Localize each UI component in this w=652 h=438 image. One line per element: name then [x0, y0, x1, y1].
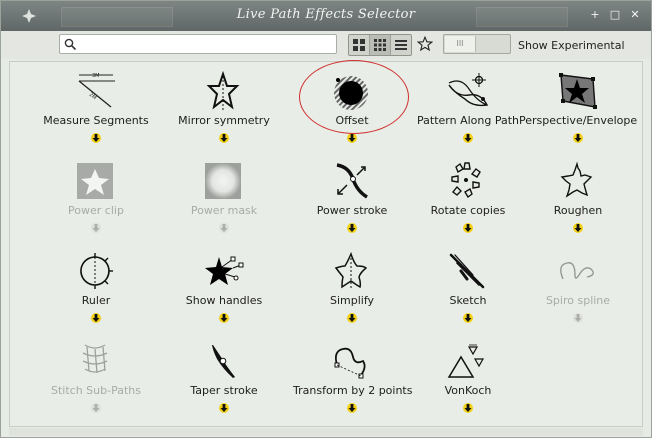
- lpe-selector-window: Live Path Effects Selector + □ ✕ III Sho…: [0, 0, 652, 438]
- small-grid-view-button[interactable]: [370, 35, 391, 55]
- add-arrow-icon[interactable]: [218, 132, 230, 144]
- add-arrow-icon[interactable]: [218, 222, 230, 234]
- show-experimental-toggle[interactable]: III: [443, 34, 511, 54]
- add-arrow-icon[interactable]: [218, 402, 230, 414]
- effect-label: Sketch: [449, 294, 487, 307]
- effect-transform-by-2-points[interactable]: Transform by 2 points: [293, 337, 413, 423]
- add-arrow-icon[interactable]: [346, 222, 358, 234]
- transform-by-2-points-icon: [334, 347, 366, 379]
- effect-label: Ruler: [81, 294, 111, 307]
- perspective-envelope-icon: [559, 73, 597, 109]
- effect-label: Pattern Along Path: [417, 114, 519, 127]
- effect-label: Power stroke: [316, 204, 388, 217]
- list-icon: [395, 40, 407, 50]
- vonkoch-icon: [447, 344, 485, 378]
- effect-vonkoch[interactable]: VonKoch: [409, 337, 527, 423]
- effect-ruler[interactable]: Ruler: [37, 247, 155, 333]
- restore-button[interactable]: □: [609, 8, 621, 21]
- effect-label: VonKoch: [444, 384, 492, 397]
- add-arrow-icon[interactable]: [462, 132, 474, 144]
- toggle-knob: III: [445, 36, 476, 52]
- roughen-icon: [560, 161, 593, 198]
- effect-mirror-symmetry[interactable]: Mirror symmetry: [165, 67, 283, 153]
- stitch-sub-paths-icon: [82, 344, 108, 374]
- svg-text:3M: 3M: [92, 73, 100, 79]
- add-arrow-icon[interactable]: [218, 312, 230, 324]
- power-stroke-icon: [336, 163, 368, 199]
- add-arrow-icon[interactable]: [90, 402, 102, 414]
- toolbar: III Show Experimental: [1, 31, 651, 59]
- effect-sketch[interactable]: Sketch: [409, 247, 527, 333]
- taper-stroke-icon: [212, 345, 235, 378]
- window-title: Live Path Effects Selector: [236, 7, 416, 22]
- effect-power-clip[interactable]: Power clip: [37, 157, 155, 243]
- add-arrow-icon[interactable]: [90, 312, 102, 324]
- add-arrow-icon[interactable]: [462, 222, 474, 234]
- ruler-icon: [80, 253, 113, 289]
- sketch-icon: [449, 253, 485, 289]
- star-icon: [417, 36, 433, 52]
- offset-highlight-circle: [299, 60, 409, 134]
- horizontal-scrollbar[interactable]: [9, 428, 643, 436]
- effect-measure-segments[interactable]: 3M 2M Measure Segments: [37, 67, 155, 153]
- effect-label: Perspective/Envelope: [519, 114, 638, 127]
- search-box[interactable]: [59, 34, 337, 54]
- effect-label: Measure Segments: [43, 114, 149, 127]
- close-button[interactable]: ✕: [629, 8, 641, 21]
- add-arrow-icon[interactable]: [346, 402, 358, 414]
- effect-label: Mirror symmetry: [178, 114, 270, 127]
- add-arrow-icon[interactable]: [90, 222, 102, 234]
- power-mask-icon: [205, 163, 241, 199]
- add-arrow-icon[interactable]: [572, 132, 584, 144]
- effect-power-stroke[interactable]: Power stroke: [293, 157, 411, 243]
- search-icon: [64, 38, 77, 51]
- view-mode-group: [348, 34, 412, 56]
- effect-simplify[interactable]: Simplify: [293, 247, 411, 333]
- spiro-spline-icon: [560, 262, 594, 280]
- add-arrow-icon[interactable]: [572, 222, 584, 234]
- rotate-copies-icon: [451, 162, 481, 199]
- effect-label: Power mask: [190, 204, 258, 217]
- add-arrow-icon[interactable]: [572, 312, 584, 324]
- pattern-along-path-icon: [448, 73, 489, 107]
- favorites-button[interactable]: [415, 34, 435, 54]
- power-clip-icon: [77, 163, 113, 199]
- add-arrow-icon[interactable]: [346, 312, 358, 324]
- svg-text:2M: 2M: [88, 92, 98, 101]
- effect-label: Spiro spline: [545, 294, 611, 307]
- effect-label: Rotate copies: [430, 204, 506, 217]
- small-grid-icon: [374, 39, 386, 51]
- show-handles-icon: [205, 256, 244, 285]
- effect-perspective-envelope[interactable]: Perspective/Envelope: [519, 67, 637, 153]
- measure-segments-icon: 3M 2M: [78, 73, 115, 108]
- effect-show-handles[interactable]: Show handles: [165, 247, 283, 333]
- add-arrow-icon[interactable]: [462, 402, 474, 414]
- add-arrow-icon[interactable]: [90, 132, 102, 144]
- search-input[interactable]: [80, 36, 334, 54]
- effect-label: Transform by 2 points: [293, 384, 413, 397]
- effect-stitch-sub-paths[interactable]: Stitch Sub-Paths: [37, 337, 155, 423]
- effect-pattern-along-path[interactable]: Pattern Along Path: [409, 67, 527, 153]
- simplify-icon: [334, 251, 368, 289]
- effect-label: Taper stroke: [190, 384, 258, 397]
- effect-roughen[interactable]: Roughen: [519, 157, 637, 243]
- title-bar[interactable]: Live Path Effects Selector + □ ✕: [1, 1, 651, 31]
- effect-label: Show handles: [185, 294, 263, 307]
- effect-label: Stitch Sub-Paths: [51, 384, 141, 397]
- large-grid-view-button[interactable]: [349, 35, 370, 55]
- effect-taper-stroke[interactable]: Taper stroke: [165, 337, 283, 423]
- effect-label: Simplify: [329, 294, 375, 307]
- effect-label: Roughen: [553, 204, 603, 217]
- list-view-button[interactable]: [391, 35, 411, 55]
- effect-rotate-copies[interactable]: Rotate copies: [409, 157, 527, 243]
- show-experimental-label: Show Experimental: [518, 39, 625, 52]
- mirror-symmetry-icon: [206, 71, 240, 110]
- add-arrow-icon[interactable]: [462, 312, 474, 324]
- effect-spiro-spline[interactable]: Spiro spline: [519, 247, 637, 333]
- large-grid-icon: [353, 39, 365, 51]
- effect-label: Power clip: [68, 204, 124, 217]
- maximize-button[interactable]: +: [589, 8, 601, 21]
- effect-power-mask[interactable]: Power mask: [165, 157, 283, 243]
